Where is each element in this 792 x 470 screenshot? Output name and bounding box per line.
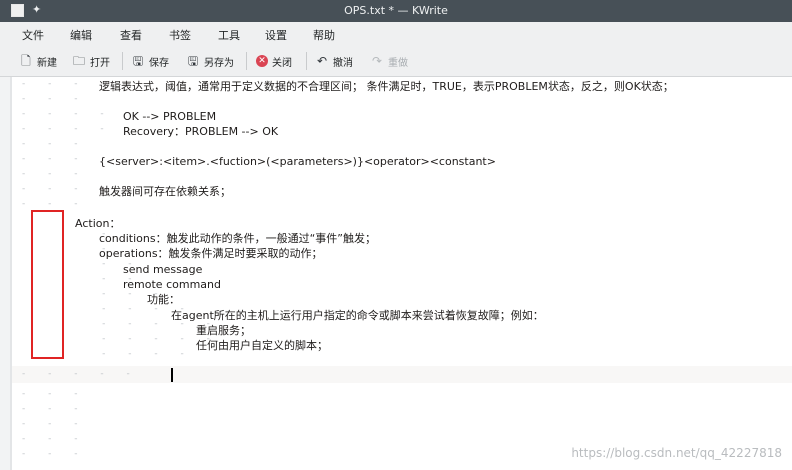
redo-button[interactable]: ↷ 重做	[370, 52, 408, 70]
window-title: OPS.txt * — KWrite	[344, 4, 448, 17]
main-toolbar: 🗋 新建 🗀 打开 🖫 保存 🖫 另存为 ✕ 关闭 ↶ 撤消 ↷ 重做	[0, 44, 792, 77]
indent-guide: - - - -	[22, 109, 104, 119]
indent-guide: - - -	[22, 434, 78, 444]
text-line: Action：	[75, 217, 121, 230]
menu-help[interactable]: 帮助	[313, 27, 335, 43]
text-line: 任何由用户自定义的脚本；	[196, 339, 328, 352]
folder-open-icon: 🗀	[72, 54, 85, 68]
open-button[interactable]: 🗀 打开	[72, 52, 110, 70]
close-button-label: 关闭	[272, 57, 292, 69]
text-editor[interactable]: - - - - - - - - - - - - - - - - - - - - …	[0, 77, 792, 470]
new-button-label: 新建	[37, 57, 57, 69]
menu-file[interactable]: 文件	[22, 27, 44, 43]
text-line: 触发器间可存在依赖关系；	[99, 185, 231, 198]
menu-settings[interactable]: 设置	[265, 27, 287, 43]
menu-view[interactable]: 查看	[120, 27, 142, 43]
indent-guide: - - -	[22, 184, 78, 194]
indent-guide: - - -	[22, 449, 78, 459]
save-icon: 🖫	[132, 54, 144, 68]
save-button[interactable]: 🖫 保存	[131, 52, 169, 70]
text-line: 逻辑表达式，阈值，通常用于定义数据的不合理区间； 条件满足时，TRUE，表示PR…	[99, 80, 674, 93]
indent-guide: - - - - -	[22, 369, 130, 379]
scroll-marker-strip	[10, 77, 12, 470]
text-line: 功能：	[147, 293, 180, 306]
indent-guide: - - -	[22, 79, 78, 89]
indent-guide: - - -	[22, 389, 78, 399]
toolbar-separator	[122, 52, 123, 70]
title-bar: ✦ OPS.txt * — KWrite	[0, 0, 792, 22]
indent-guide: - - -	[22, 404, 78, 414]
toolbar-separator	[306, 52, 307, 70]
indent-guide: - - -	[22, 419, 78, 429]
highlight-annotation-box	[31, 210, 64, 359]
indent-guide: - - -	[22, 94, 78, 104]
indent-guide: - - -	[22, 169, 78, 179]
undo-icon: ↶	[316, 54, 328, 68]
text-line: Recovery：PROBLEM --> OK	[123, 125, 279, 138]
text-line: send message	[123, 263, 203, 276]
indent-guide: - - -	[22, 139, 78, 149]
close-icon: ✕	[256, 55, 268, 67]
menu-tools[interactable]: 工具	[218, 27, 240, 43]
menu-bookmarks[interactable]: 书签	[169, 27, 191, 43]
undo-button[interactable]: ↶ 撤消	[315, 52, 353, 70]
redo-button-label: 重做	[388, 57, 408, 69]
text-line: 重启服务；	[196, 324, 251, 337]
indent-guide: - - - -	[22, 124, 104, 134]
undo-button-label: 撤消	[333, 57, 353, 69]
save-as-icon: 🖫	[187, 54, 199, 68]
save-as-button-label: 另存为	[204, 57, 234, 69]
text-cursor	[171, 368, 173, 382]
text-line: operations：触发条件满足时要采取的动作；	[99, 247, 323, 260]
text-line: remote command	[123, 278, 221, 291]
menu-edit[interactable]: 编辑	[70, 27, 92, 43]
open-button-label: 打开	[90, 57, 110, 69]
save-button-label: 保存	[149, 57, 169, 69]
menu-bar: 文件 编辑 查看 书签 工具 设置 帮助	[0, 22, 792, 44]
indent-guide: - - -	[22, 154, 78, 164]
watermark: https://blog.csdn.net/qq_42227818	[571, 446, 782, 460]
text-line: 在agent所在的主机上运行用户指定的命令或脚本来尝试着恢复故障；例如：	[171, 309, 544, 322]
new-document-icon: 🗋	[21, 54, 31, 68]
toolbar-separator	[246, 52, 247, 70]
new-button[interactable]: 🗋 新建	[19, 52, 57, 70]
text-line: OK --> PROBLEM	[123, 110, 217, 123]
redo-icon: ↷	[371, 54, 383, 68]
text-line: conditions：触发此动作的条件，一般通过“事件”触发；	[99, 232, 376, 245]
save-as-button[interactable]: 🖫 另存为	[186, 52, 234, 70]
text-line: {<server>:<item>.<fuction>(<parameters>)…	[99, 155, 496, 168]
close-button[interactable]: ✕ 关闭	[256, 52, 292, 70]
